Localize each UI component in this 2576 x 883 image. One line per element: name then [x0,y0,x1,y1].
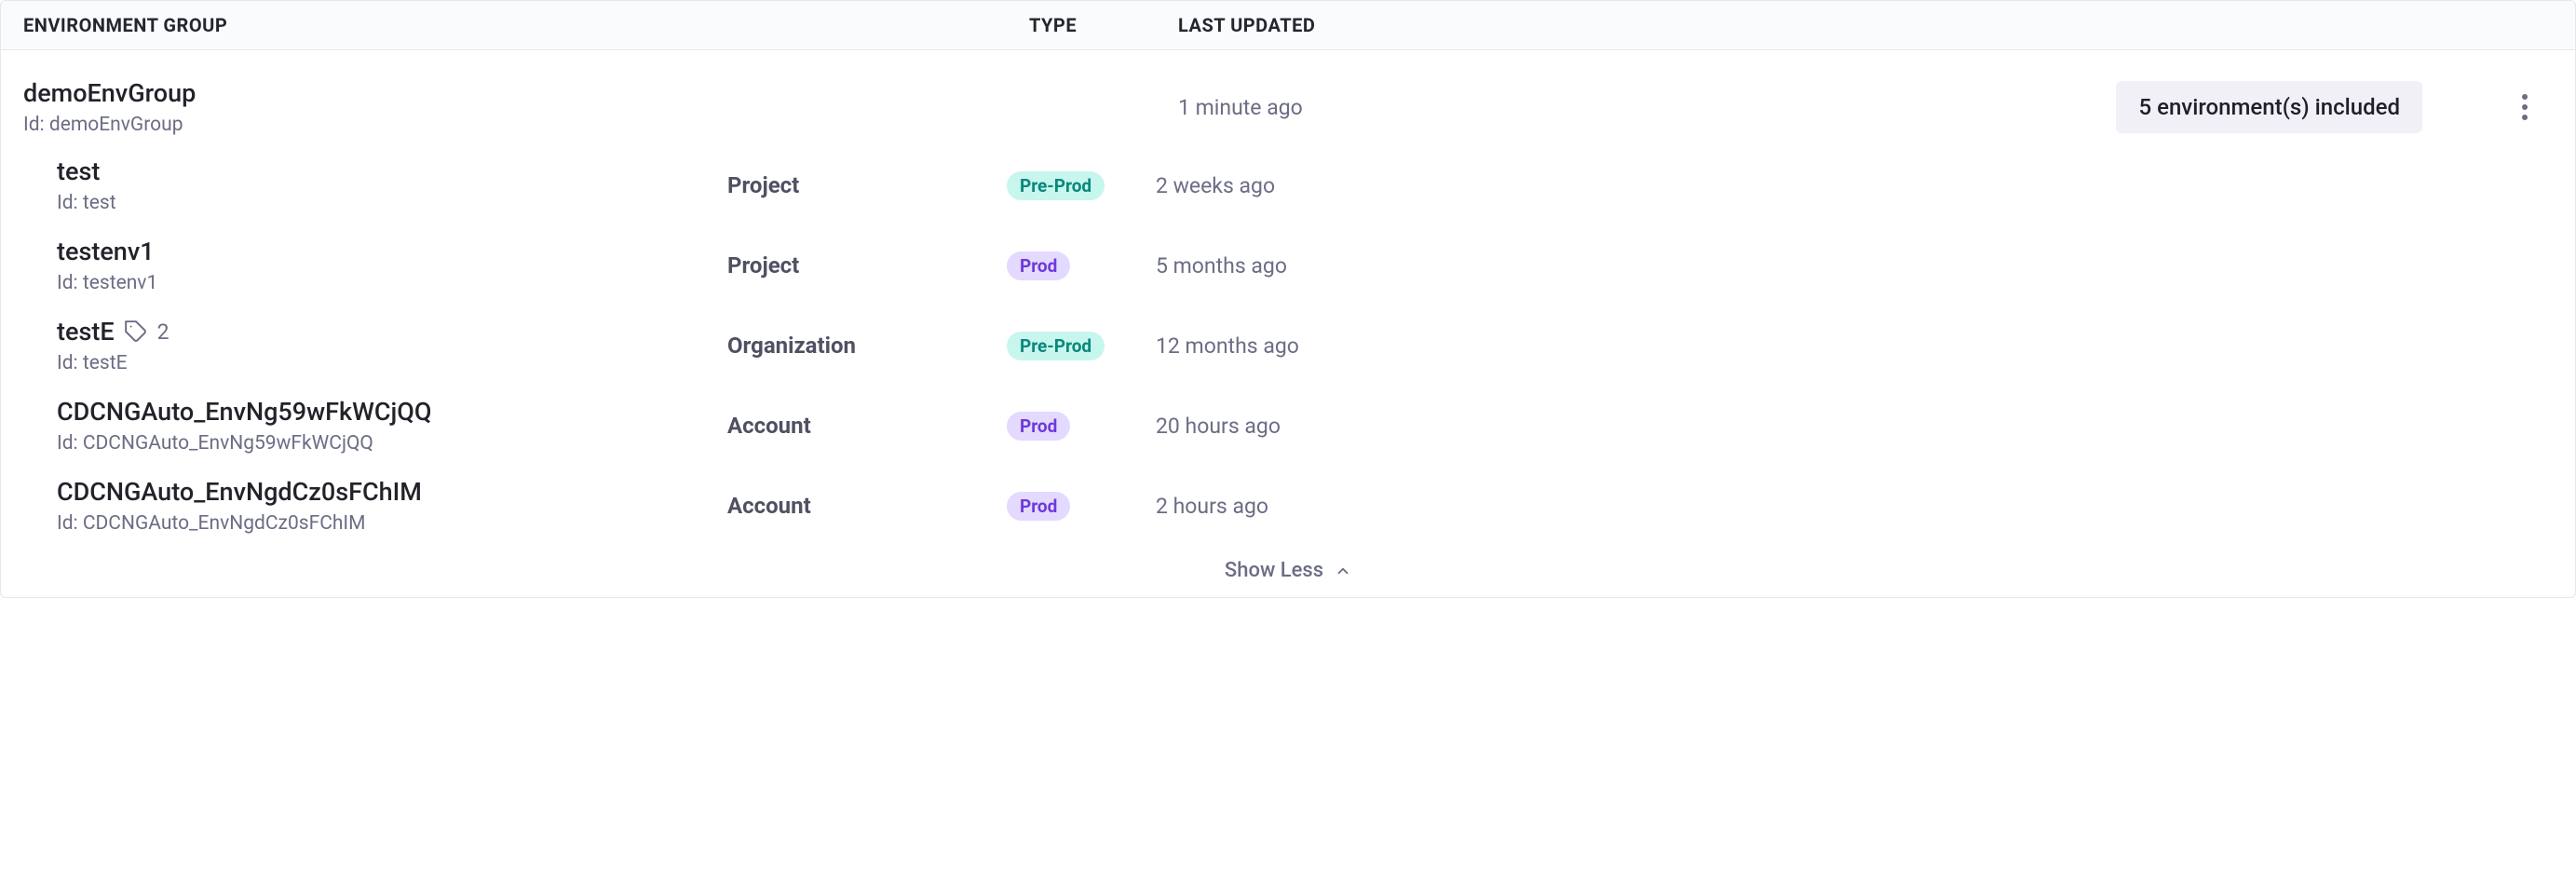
environment-type-badge: Prod [1007,492,1070,521]
environment-scope: Project [727,172,799,198]
environment-id: Id: CDCNGAuto_EnvNg59wFkWCjQQ [57,432,727,455]
environment-row[interactable]: CDCNGAuto_EnvNg59wFkWCjQQ Id: CDCNGAuto_E… [1,386,2575,466]
tag-icon [124,319,148,344]
header-environment-group: ENVIRONMENT GROUP [23,14,750,36]
environment-id: Id: testenv1 [57,272,727,294]
environment-id: Id: test [57,192,727,214]
environment-group-card: demoEnvGroup Id: demoEnvGroup 1 minute a… [0,50,2576,598]
environment-id: Id: CDCNGAuto_EnvNgdCz0sFChIM [57,512,727,535]
group-updated: 1 minute ago [1178,95,1303,120]
environment-row[interactable]: CDCNGAuto_EnvNgdCz0sFChIM Id: CDCNGAuto_E… [1,466,2575,546]
environment-updated: 12 months ago [1156,333,1299,359]
kebab-menu-icon[interactable] [2506,94,2543,120]
environment-scope: Account [727,493,811,519]
environment-updated: 2 weeks ago [1156,173,1275,198]
show-less-button[interactable]: Show Less [1,546,2575,597]
group-row[interactable]: demoEnvGroup Id: demoEnvGroup 1 minute a… [1,50,2575,145]
environment-row[interactable]: test Id: testProject Pre-Prod 2 weeks ago [1,145,2575,225]
environment-type-badge: Pre-Prod [1007,171,1105,200]
group-id: Id: demoEnvGroup [23,114,750,136]
environment-name: testE [57,317,115,346]
environment-name: testenv1 [57,237,155,266]
environment-list: testId: testProjectPre-Prod2 weeks agote… [1,145,2575,546]
environment-updated: 20 hours ago [1156,414,1281,439]
environment-type-badge: Prod [1007,412,1070,441]
header-last-updated: LAST UPDATED [1178,14,1383,36]
environment-type-badge: Prod [1007,251,1070,280]
group-name: demoEnvGroup [23,78,750,108]
environment-row[interactable]: testE 2 Id: testEOrganization Pre-Prod 12 mo… [1,306,2575,386]
header-type: TYPE [1029,14,1178,36]
environment-type-badge: Pre-Prod [1007,332,1105,360]
environment-scope: Account [727,413,811,439]
tag-count: 2 [157,319,169,345]
environment-updated: 5 months ago [1156,253,1287,278]
environment-scope: Organization [727,333,856,359]
environment-name: CDCNGAuto_EnvNg59wFkWCjQQ [57,397,432,427]
environment-scope: Project [727,252,799,278]
environment-name: CDCNGAuto_EnvNgdCz0sFChIM [57,477,422,507]
environment-row[interactable]: testenv1 Id: testenv1Project Prod 5 months … [1,225,2575,306]
show-less-label: Show Less [1225,559,1323,582]
environment-id: Id: testE [57,352,727,374]
table-header: ENVIRONMENT GROUP TYPE LAST UPDATED [0,0,2576,50]
environment-count-badge[interactable]: 5 environment(s) included [2116,81,2422,133]
environment-name: test [57,156,100,186]
chevron-up-icon [1335,563,1351,579]
environment-updated: 2 hours ago [1156,494,1268,519]
